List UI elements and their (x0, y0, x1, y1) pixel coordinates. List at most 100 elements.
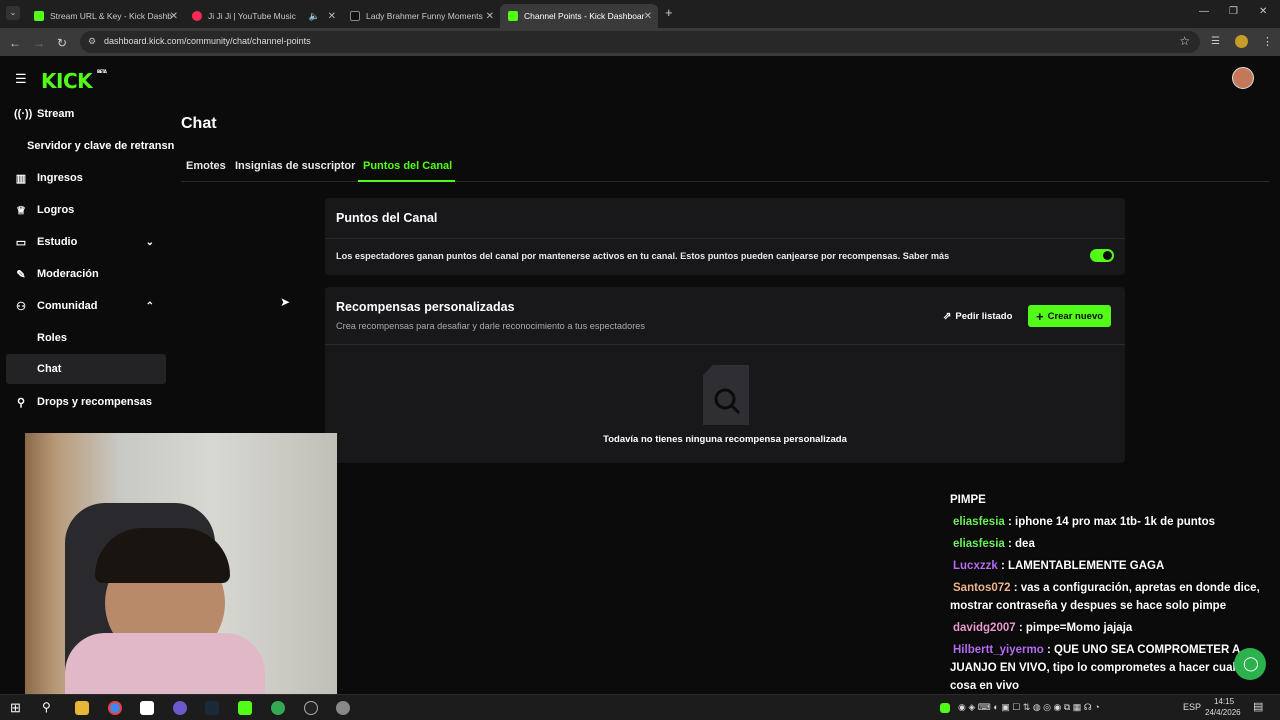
profile-avatar-icon[interactable] (1235, 35, 1248, 48)
obs-icon[interactable] (304, 701, 318, 715)
sidebar-item-moderacion[interactable]: ✎ Moderación (14, 260, 166, 288)
request-list-button[interactable]: ⇗ Pedir listado (937, 305, 1018, 327)
broadcast-icon: ((·)) (14, 108, 33, 120)
chat-username: Lucxzzk (953, 560, 998, 572)
tiktok-app-icon[interactable] (140, 701, 154, 715)
language-indicator[interactable]: ESP (1183, 702, 1201, 712)
tab-search-icon[interactable]: ⌄ (6, 6, 20, 20)
forward-arrow-icon[interactable]: → (33, 36, 45, 50)
back-arrow-icon[interactable]: ← (9, 36, 21, 50)
tab-title: Ji Ji Ji | YouTube Music (208, 11, 296, 21)
chart-icon: ▥ (15, 172, 27, 185)
clock-date[interactable]: 24/4/2026 (1205, 708, 1241, 717)
tab-title: Stream URL & Key - Kick Dashb (50, 11, 173, 21)
hamburger-menu-icon[interactable]: ☰ (15, 71, 27, 87)
card-subtitle: Crea recompensas para desafiar y darle r… (336, 321, 645, 331)
webcam-overlay (25, 433, 337, 694)
chat-text: : pimpe=Momo jajaja (1018, 622, 1133, 634)
chat-message: davidg2007 : pimpe=Momo jajaja (950, 619, 1265, 637)
kick-favicon-icon (34, 11, 44, 21)
chat-username: eliasfesia (953, 538, 1005, 550)
clock-time[interactable]: 14:15 (1214, 697, 1234, 706)
external-link-icon: ⇗ (943, 310, 952, 322)
trophy-icon: ♕ (16, 204, 26, 217)
tray-kick-icon[interactable] (940, 703, 950, 713)
tab-emotes[interactable]: Emotes (186, 160, 226, 172)
close-tab-icon[interactable]: ✕ (170, 11, 178, 22)
person-hair (95, 528, 230, 583)
minimize-window-button[interactable]: — (1199, 6, 1209, 17)
browser-tab-stream-url[interactable]: Stream URL & Key - Kick Dashb ✕ (26, 4, 184, 28)
card-description: Los espectadores ganan puntos del canal … (336, 251, 950, 261)
chat-message: Lucxzzk : LAMENTABLEMENTE GAGA (950, 557, 1265, 575)
divider (325, 344, 1125, 345)
search-icon[interactable]: ⚲ (42, 700, 51, 714)
card-title: Puntos del Canal (336, 211, 438, 225)
chat-message: Hilbertt_yiyermo : QUE UNO SEA COMPROMET… (950, 641, 1265, 695)
sidebar-item-server-key[interactable]: Servidor y clave de retransn (27, 132, 177, 160)
address-bar[interactable]: ⚙ dashboard.kick.com/community/chat/chan… (80, 31, 1200, 53)
windows-start-icon[interactable]: ⊞ (10, 700, 21, 716)
chat-fab-button[interactable]: ◯ (1234, 648, 1266, 680)
beta-badge: BETA (97, 69, 107, 74)
sidebar-item-stream[interactable]: ((·)) Stream (14, 100, 166, 128)
browser-tab-bar: ⌄ Stream URL & Key - Kick Dashb ✕ Ji Ji … (0, 0, 1280, 28)
sidebar-item-drops[interactable]: ⚲ Drops y recompensas (14, 388, 166, 416)
tab-title: Lady Brahmer Funny Moments (366, 11, 483, 21)
steam-icon[interactable] (205, 701, 219, 715)
chrome-icon[interactable] (108, 701, 122, 715)
browser-tab-lady-brahmer[interactable]: Lady Brahmer Funny Moments ✕ (342, 4, 500, 28)
tab-title: Channel Points - Kick Dashboar (524, 11, 645, 21)
card-title: Recompensas personalizadas (336, 300, 515, 314)
tab-puntos-del-canal[interactable]: Puntos del Canal (363, 160, 452, 172)
url-text: dashboard.kick.com/community/chat/channe… (104, 36, 311, 46)
chat-text: : iphone 14 pro max 1tb- 1k de puntos (1008, 516, 1216, 528)
chat-username: davidg2007 (953, 622, 1016, 634)
wrench-icon: ✎ (16, 268, 26, 281)
close-window-button[interactable]: ✕ (1259, 6, 1267, 17)
channel-points-toggle[interactable] (1090, 249, 1114, 262)
app-icon[interactable] (336, 701, 350, 715)
notifications-icon[interactable]: ▤ (1253, 700, 1263, 713)
tiktok-favicon-icon (350, 11, 360, 21)
person-shirt (65, 633, 265, 694)
user-avatar[interactable] (1232, 67, 1254, 89)
close-tab-icon[interactable]: ✕ (486, 11, 494, 22)
bookmark-star-icon[interactable]: ☆ (1179, 34, 1190, 48)
close-tab-icon[interactable]: ✕ (644, 11, 652, 22)
browser-menu-icon[interactable]: ⋮ (1262, 35, 1273, 48)
chat-overlay-header: PIMPE (950, 494, 986, 506)
file-explorer-icon[interactable] (75, 701, 89, 715)
tab-insignias[interactable]: Insignias de suscriptor (235, 160, 355, 172)
tab-divider (181, 181, 1269, 182)
browser-tab-youtube-music[interactable]: Ji Ji Ji | YouTube Music 🔈 ✕ (184, 4, 342, 28)
close-tab-icon[interactable]: ✕ (328, 11, 336, 22)
tray-icons[interactable]: ◉ ◈ ⌨ ◐ ▣ ☐ ⇅ ◍ ◎ ◉ ⧉ ▦ ☊ ◔ (958, 702, 1100, 713)
new-tab-button[interactable]: + (665, 5, 673, 20)
chrome-profile-icon[interactable] (271, 701, 285, 715)
chat-text: : LAMENTABLEMENTE GAGA (1000, 560, 1165, 572)
sidebar-item-logros[interactable]: ♕ Logros (14, 196, 166, 224)
restore-window-button[interactable]: ❐ (1229, 6, 1238, 17)
sidebar-item-ingresos[interactable]: ▥ Ingresos (14, 164, 166, 192)
empty-document-search-icon (701, 365, 749, 425)
reading-list-icon[interactable]: ☰ (1211, 36, 1220, 47)
sidebar-item-roles[interactable]: Roles (14, 324, 166, 352)
browser-tab-channel-points[interactable]: Channel Points - Kick Dashboar ✕ (500, 4, 658, 28)
chat-text: : dea (1008, 538, 1035, 550)
reload-icon[interactable]: ↻ (57, 36, 67, 50)
speaker-icon[interactable]: 🔈 (309, 11, 320, 22)
create-new-button[interactable]: + Crear nuevo (1028, 305, 1112, 327)
discord-icon[interactable] (173, 701, 187, 715)
mouse-cursor-icon: ➤ (280, 295, 291, 309)
sidebar-item-estudio[interactable]: ▭ Estudio ⌄ (14, 228, 166, 256)
chat-username: Hilbertt_yiyermo (953, 644, 1044, 656)
browser-toolbar: ← → ↻ ⚙ dashboard.kick.com/community/cha… (0, 28, 1280, 56)
sidebar-item-comunidad[interactable]: ⚇ Comunidad ⌃ (14, 292, 166, 320)
custom-rewards-card: Recompensas personalizadas Crea recompen… (325, 287, 1125, 463)
kick-logo[interactable]: KICK BETA (41, 69, 107, 93)
kick-app-icon[interactable] (238, 701, 252, 715)
sidebar-item-chat[interactable]: Chat (6, 354, 166, 384)
site-info-icon[interactable]: ⚙ (88, 36, 96, 47)
chevron-down-icon: ⌄ (145, 236, 154, 248)
